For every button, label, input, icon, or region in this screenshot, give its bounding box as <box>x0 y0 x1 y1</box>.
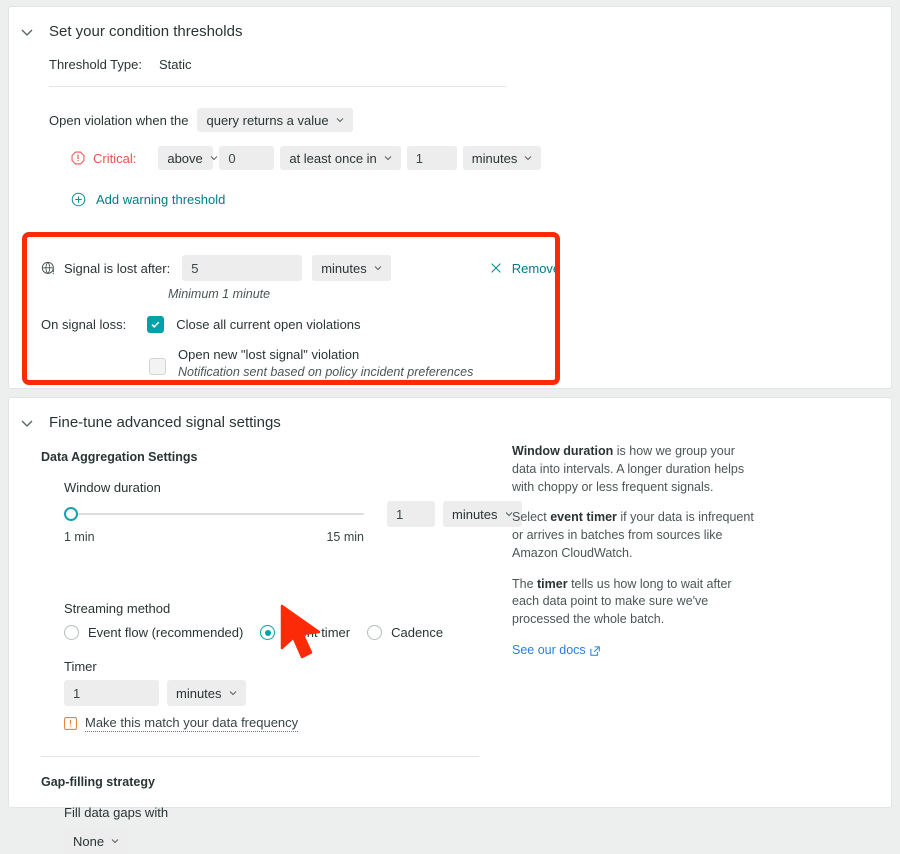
window-duration-label: Window duration <box>64 480 161 495</box>
fill-data-gaps-select[interactable]: None <box>64 828 129 854</box>
advanced-title: Fine-tune advanced signal settings <box>49 414 281 431</box>
operator-select[interactable]: above <box>158 146 218 170</box>
check-icon <box>151 321 160 328</box>
thresholds-section-header[interactable]: Set your condition thresholds <box>9 7 891 40</box>
data-frequency-warning[interactable]: Make this match your data frequency <box>64 715 891 732</box>
close-icon <box>490 263 501 273</box>
open-lost-signal-row: Open new "lost signal" violation Notific… <box>41 347 867 379</box>
help-paragraph-window-duration: Window duration is how we group your dat… <box>512 443 754 496</box>
window-min-label: 1 min <box>64 530 95 544</box>
critical-label: Critical: <box>93 150 137 166</box>
signal-lost-after-input[interactable]: 5 <box>182 255 303 281</box>
help-paragraph-event-timer: Select event timer if your data is infre… <box>512 509 754 562</box>
radio-event-flow[interactable] <box>64 625 79 640</box>
on-signal-loss-label: On signal loss: <box>41 317 127 332</box>
frequency-select[interactable]: at least once in <box>280 146 401 170</box>
warning-square-icon <box>64 717 77 730</box>
help-bold-timer: timer <box>537 576 568 591</box>
minimum-note: Minimum 1 minute <box>168 287 271 301</box>
radio-event-flow-label: Event flow (recommended) <box>88 625 244 640</box>
open-violation-row: Open violation when the query returns a … <box>49 108 867 132</box>
see-our-docs-link[interactable]: See our docs <box>512 642 601 660</box>
radio-cadence-label: Cadence <box>391 625 444 640</box>
on-signal-loss-row: On signal loss: Close all current open v… <box>41 316 867 333</box>
data-frequency-warning-label: Make this match your data frequency <box>85 715 299 732</box>
remove-label: Remove <box>511 260 561 276</box>
condition-thresholds-card: Set your condition thresholds Threshold … <box>8 6 892 389</box>
advanced-section-header[interactable]: Fine-tune advanced signal settings <box>9 398 891 431</box>
window-max-label: 15 min <box>326 530 364 544</box>
open-violation-label: Open violation when the <box>49 112 189 128</box>
timer-unit-select[interactable]: minutes <box>167 680 246 706</box>
critical-threshold-row: Critical: above 0 at least once in 1 min… <box>49 146 867 170</box>
streaming-method-label: Streaming method <box>64 601 171 616</box>
open-lost-signal-label: Open new "lost signal" violation <box>178 347 360 362</box>
radio-cadence[interactable] <box>367 625 383 640</box>
radio-event-timer[interactable] <box>260 625 276 640</box>
external-link-icon <box>590 645 600 656</box>
slider-handle[interactable] <box>64 507 78 521</box>
timer-label: Timer <box>64 659 97 674</box>
chevron-down-icon <box>210 156 218 161</box>
help-panel: Window duration is how we group your dat… <box>512 443 754 660</box>
open-violation-select[interactable]: query returns a value <box>197 108 353 132</box>
chevron-down-icon <box>229 691 236 696</box>
plus-circle-icon <box>71 192 86 207</box>
fill-data-gaps-label: Fill data gaps with <box>64 805 169 820</box>
divider <box>41 756 479 757</box>
close-violations-label: Close all current open violations <box>176 317 361 332</box>
mouse-cursor-arrow <box>280 604 321 659</box>
help-paragraph-timer: The timer tells us how long to wait afte… <box>512 576 754 629</box>
chevron-down-icon <box>111 839 119 844</box>
chevron-down-icon <box>374 266 382 271</box>
close-violations-checkbox[interactable] <box>147 316 165 333</box>
gap-filling-heading: Gap-filling strategy <box>41 775 155 789</box>
signal-lost-unit-value: minutes <box>321 260 367 276</box>
open-lost-signal-note: Notification sent based on policy incide… <box>178 365 474 379</box>
add-warning-threshold-button[interactable]: Add warning threshold <box>49 192 867 207</box>
help-bold-window-duration: Window duration <box>512 444 614 458</box>
see-our-docs-label: See our docs <box>512 642 586 657</box>
signal-lost-after-row: Signal is lost after: 5 minutes Remove <box>41 255 867 281</box>
advanced-signal-settings-card: Fine-tune advanced signal settings Data … <box>8 397 892 854</box>
signal-lost-after-label: Signal is lost after: <box>64 260 171 276</box>
aggregation-heading: Data Aggregation Settings <box>41 450 198 464</box>
chevron-down-icon <box>384 156 392 161</box>
duration-unit-select[interactable]: minutes <box>462 146 542 170</box>
slider-track <box>64 513 364 515</box>
timer-unit-value: minutes <box>176 685 222 701</box>
frequency-select-value: at least once in <box>289 150 377 166</box>
add-warning-threshold-label: Add warning threshold <box>96 192 226 207</box>
signal-lost-icon <box>41 261 54 274</box>
signal-loss-block: Signal is lost after: 5 minutes Remove M… <box>41 255 867 379</box>
help-bold-event-timer: event timer <box>550 510 617 525</box>
chevron-down-icon <box>524 156 532 161</box>
window-duration-unit-value: minutes <box>452 506 498 522</box>
timer-input[interactable]: 1 <box>64 680 159 706</box>
chevron-down-icon[interactable] <box>19 24 35 40</box>
window-duration-slider[interactable] <box>64 506 364 522</box>
page-title: Set your condition thresholds <box>49 23 243 40</box>
help-text-2-pre: Select <box>512 510 551 525</box>
threshold-value-input[interactable]: 0 <box>219 146 275 170</box>
threshold-type-label: Threshold Type: <box>49 57 142 72</box>
window-duration-input[interactable]: 1 <box>387 501 435 527</box>
remove-signal-loss-button[interactable]: Remove <box>489 261 560 276</box>
open-lost-signal-checkbox[interactable] <box>149 358 166 375</box>
threshold-type-value: Static <box>158 57 192 72</box>
chevron-down-icon <box>336 118 343 123</box>
divider <box>49 86 506 87</box>
fill-data-gaps-value: None <box>73 833 105 849</box>
threshold-type-row: Threshold Type: Static <box>49 57 867 72</box>
window-duration-unit-select[interactable]: minutes <box>443 501 522 527</box>
signal-lost-unit-select[interactable]: minutes <box>312 255 391 281</box>
help-text-3-pre: The <box>512 576 538 591</box>
duration-unit-select-value: minutes <box>471 150 518 166</box>
duration-value-input[interactable]: 1 <box>406 146 457 170</box>
chevron-down-icon[interactable] <box>19 415 35 431</box>
operator-select-value: above <box>167 150 203 166</box>
open-violation-select-value: query returns a value <box>206 112 329 128</box>
critical-alert-icon <box>71 151 85 165</box>
